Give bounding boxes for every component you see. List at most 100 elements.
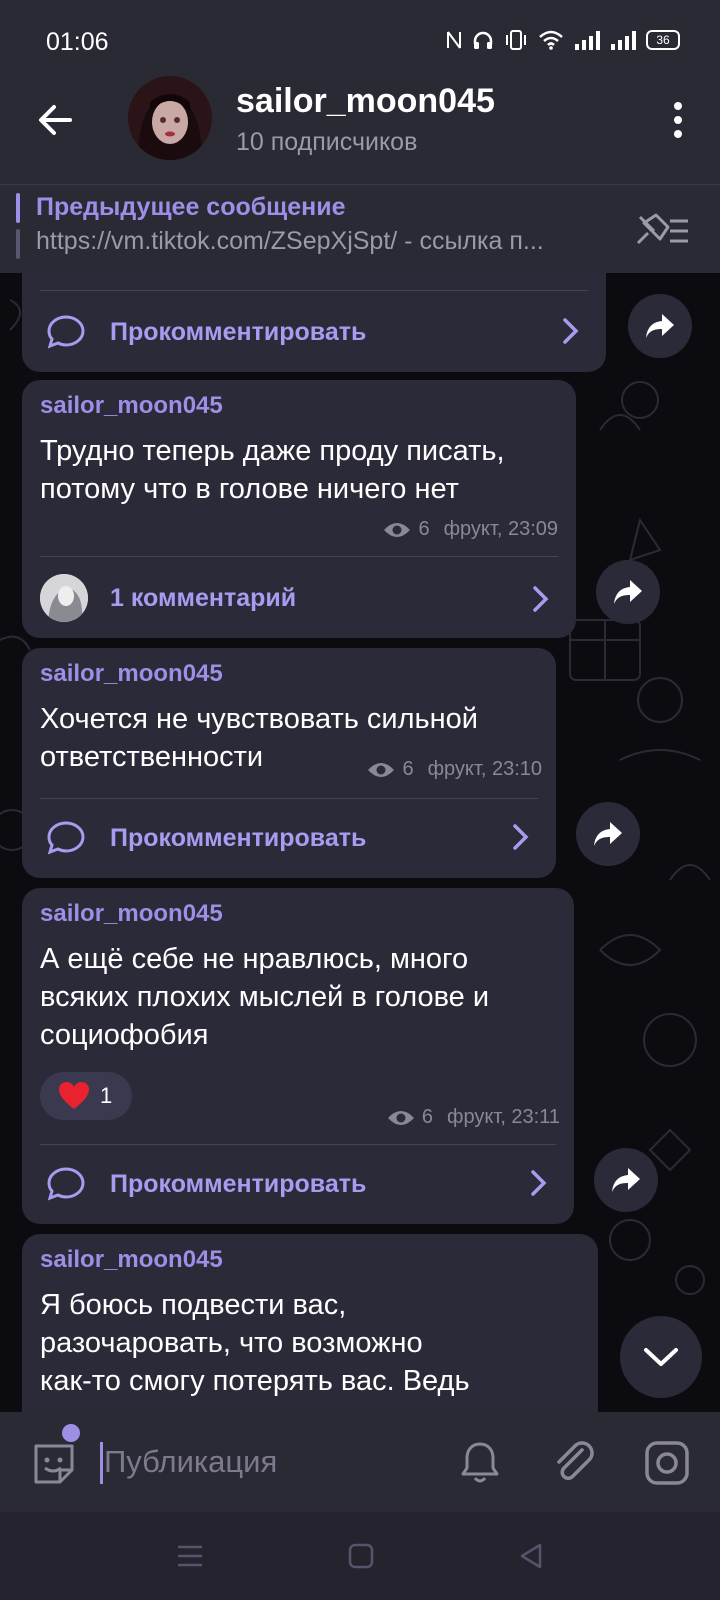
message-meta: 6 фрукт, 23:11	[386, 1106, 560, 1129]
comment-label: Прокомментировать	[110, 823, 367, 852]
message-line: Трудно теперь даже проду писать,	[40, 435, 505, 467]
pinned-title: Предыдущее сообщение	[36, 193, 346, 221]
message-author: sailor_moon045	[40, 392, 223, 419]
view-count: 6	[402, 758, 414, 780]
pinned-message[interactable]: Предыдущее сообщение https://vm.tiktok.c…	[0, 184, 720, 273]
instagram-camera-icon[interactable]	[644, 1440, 690, 1486]
vibrate-icon	[506, 30, 526, 50]
status-icons: 36	[446, 30, 680, 50]
heart-icon	[59, 1082, 89, 1109]
chevron-right-icon	[531, 1170, 547, 1196]
share-button[interactable]	[576, 802, 640, 866]
comment-divider	[40, 798, 538, 799]
share-button[interactable]	[594, 1148, 658, 1212]
message-card[interactable]: sailor_moon045 Хочется не чувствовать си…	[22, 648, 556, 878]
share-button[interactable]	[596, 560, 660, 624]
message-card[interactable]: sailor_moon045 Трудно теперь даже проду …	[22, 380, 576, 638]
comment-label: Прокомментировать	[110, 317, 367, 346]
back-triangle-icon[interactable]	[518, 1542, 544, 1570]
comment-bubble-icon	[47, 315, 85, 349]
message-line: А ещё себе не нравлюсь, много	[40, 943, 469, 975]
message-text: Я боюсь подвести вас, разочаровать, что …	[40, 1286, 470, 1400]
comment-divider	[40, 1144, 556, 1145]
message-line: разочаровать, что возможно	[40, 1327, 423, 1359]
signal-icon	[575, 31, 600, 50]
comment-divider	[40, 556, 558, 557]
status-bar: 01:06 36	[0, 0, 720, 64]
message-line: потому что в голове ничего нет	[40, 473, 459, 505]
share-arrow-icon	[614, 580, 642, 604]
wifi-icon	[539, 30, 563, 50]
message-meta: 6 фрукт, 23:09	[382, 518, 558, 541]
sticker-badge	[62, 1424, 80, 1442]
chevron-down-icon	[644, 1348, 678, 1366]
arrow-left-icon[interactable]	[36, 100, 76, 140]
message-time: фрукт, 23:11	[447, 1106, 560, 1128]
message-line: социофобия	[40, 1019, 209, 1051]
home-icon[interactable]	[348, 1543, 374, 1569]
message-card[interactable]: sailor_moon045 А ещё себе не нравлюсь, м…	[22, 888, 574, 1224]
avatar[interactable]	[128, 76, 212, 160]
message-line: как-то смогу потерять вас. Ведь	[40, 1365, 470, 1397]
signal-icon-2	[611, 31, 636, 50]
view-count: 6	[421, 1106, 434, 1128]
battery-level: 36	[656, 33, 670, 47]
message-composer: Публикация	[0, 1412, 720, 1512]
message-line: Хочется не чувствовать сильной	[40, 703, 478, 735]
avatar-image	[128, 76, 212, 160]
battery-icon: 36	[646, 30, 680, 50]
eye-icon	[368, 762, 395, 777]
comment-divider	[40, 290, 588, 291]
comment-label: 1 комментарий	[110, 583, 297, 612]
more-vertical-icon[interactable]	[672, 100, 684, 140]
paperclip-icon[interactable]	[552, 1438, 596, 1486]
message-line: всяких плохих мыслей в голове и	[40, 981, 490, 1013]
message-time: фрукт, 23:10	[427, 758, 542, 780]
chevron-right-icon	[513, 824, 529, 850]
message-text: А ещё себе не нравлюсь, много всяких пло…	[40, 940, 489, 1054]
message-author: sailor_moon045	[40, 1246, 223, 1273]
channel-title: sailor_moon045	[236, 82, 495, 120]
pinned-text: https://vm.tiktok.com/ZSepXjSpt/ - ссылк…	[36, 227, 544, 255]
subscriber-count: 10 подписчиков	[236, 128, 418, 156]
message-time: фрукт, 23:09	[443, 518, 558, 540]
share-arrow-icon	[646, 314, 674, 338]
sticker-icon[interactable]	[30, 1440, 78, 1488]
system-nav-bar	[0, 1512, 720, 1600]
pinned-indicator	[16, 193, 20, 223]
chevron-right-icon	[533, 586, 549, 612]
reaction-count: 1	[100, 1083, 113, 1108]
eye-icon	[384, 522, 411, 537]
share-arrow-icon	[612, 1168, 640, 1192]
comment-label: Прокомментировать	[110, 1169, 367, 1198]
comment-bubble-icon	[47, 1167, 85, 1201]
comment-button[interactable]: Прокомментировать	[22, 308, 606, 356]
share-arrow-icon	[594, 822, 622, 846]
message-author: sailor_moon045	[40, 660, 223, 687]
comments-button[interactable]: 1 комментарий	[22, 572, 576, 624]
message-line: Я боюсь подвести вас,	[40, 1289, 347, 1321]
text-caret	[100, 1442, 103, 1484]
message-text: Трудно теперь даже проду писать, потому …	[40, 432, 505, 508]
view-count: 6	[418, 518, 430, 540]
menu-icon[interactable]	[176, 1544, 204, 1568]
nfc-icon	[447, 31, 461, 49]
chevron-right-icon	[563, 318, 579, 344]
comment-button[interactable]: Прокомментировать	[22, 812, 556, 864]
pin-list-icon[interactable]	[634, 209, 690, 249]
comment-button[interactable]: Прокомментировать	[22, 1158, 574, 1210]
message-author: sailor_moon045	[40, 900, 223, 927]
pinned-indicator-secondary	[16, 229, 20, 259]
status-time: 01:06	[46, 28, 109, 56]
reaction-chip[interactable]: 1	[40, 1072, 132, 1120]
share-button[interactable]	[628, 294, 692, 358]
chat-header: sailor_moon045 10 подписчиков	[0, 64, 720, 184]
comment-bubble-icon	[47, 821, 85, 855]
scroll-down-button[interactable]	[620, 1316, 702, 1398]
composer-input[interactable]: Публикация	[104, 1444, 277, 1480]
message-meta: 6 фрукт, 23:10	[366, 758, 542, 781]
bell-icon[interactable]	[460, 1440, 500, 1486]
headphones-icon	[473, 31, 493, 49]
eye-icon	[387, 1110, 414, 1125]
commenter-avatar	[40, 574, 88, 622]
